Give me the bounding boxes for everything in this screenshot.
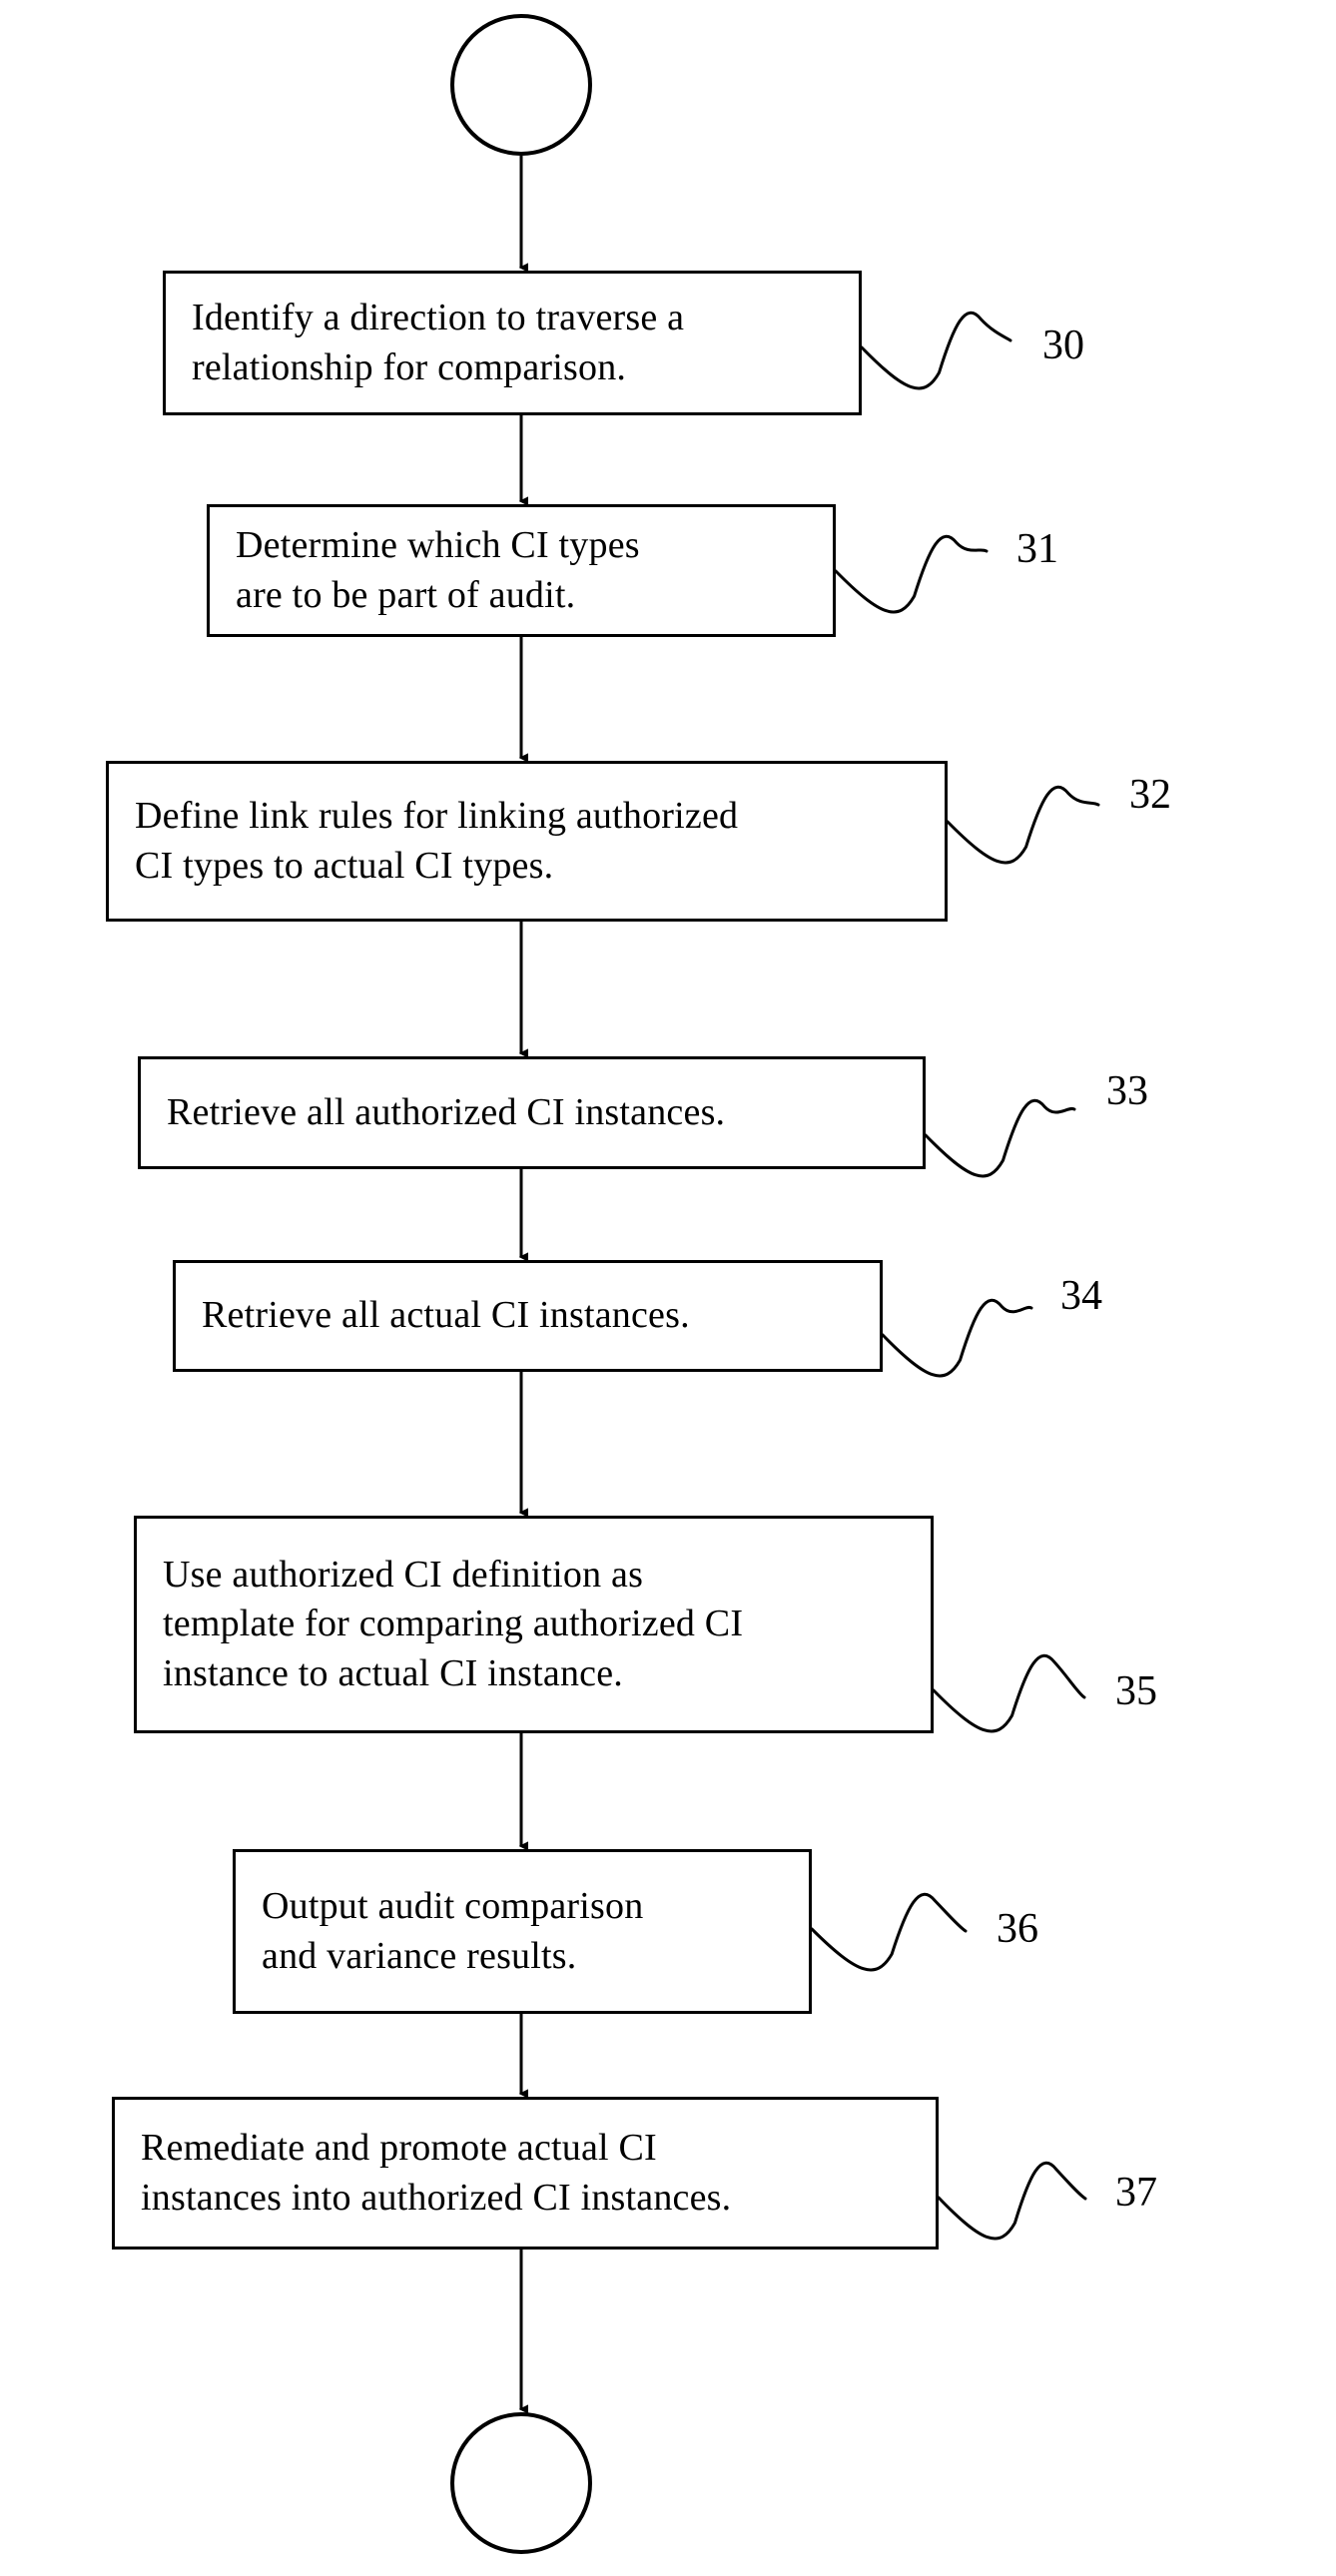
reference-leader-32 — [946, 786, 1100, 865]
figure-canvas: Identify a direction to traverse a relat… — [0, 0, 1336, 2576]
reference-leader-36 — [810, 1893, 968, 1972]
process-step-30: Identify a direction to traverse a relat… — [163, 271, 862, 415]
reference-leader-31 — [834, 535, 989, 614]
reference-numeral-30: 30 — [1042, 322, 1084, 368]
process-step-37: Remediate and promote actual CI instance… — [112, 2097, 939, 2250]
reference-numeral-37: 37 — [1115, 2170, 1157, 2216]
start-circle — [450, 14, 592, 156]
process-step-label: Retrieve all authorized CI instances. — [167, 1090, 726, 1133]
process-step-label: Remediate and promote actual CI instance… — [141, 2127, 732, 2219]
reference-numeral-36: 36 — [997, 1906, 1038, 1952]
reference-numeral-34: 34 — [1060, 1273, 1102, 1319]
process-step-33: Retrieve all authorized CI instances. — [138, 1056, 926, 1169]
reference-numeral-33: 33 — [1106, 1068, 1148, 1114]
end-circle — [450, 2412, 592, 2554]
process-step-label: Retrieve all actual CI instances. — [202, 1294, 690, 1337]
process-step-35: Use authorized CI definition as template… — [134, 1516, 934, 1733]
process-step-36: Output audit comparison and variance res… — [233, 1849, 812, 2014]
process-step-label: Identify a direction to traverse a relat… — [192, 297, 685, 388]
reference-numeral-31: 31 — [1016, 526, 1058, 572]
process-step-31: Determine which CI types are to be part … — [207, 504, 836, 637]
process-step-label: Use authorized CI definition as template… — [163, 1553, 744, 1694]
reference-leader-37 — [937, 2162, 1087, 2241]
reference-leader-33 — [924, 1099, 1076, 1178]
process-step-34: Retrieve all actual CI instances. — [173, 1260, 883, 1372]
reference-leader-35 — [932, 1654, 1086, 1733]
reference-leader-34 — [881, 1299, 1033, 1378]
process-step-label: Output audit comparison and variance res… — [262, 1885, 644, 1977]
process-step-label: Define link rules for linking authorized… — [135, 795, 739, 887]
reference-numeral-35: 35 — [1115, 1668, 1157, 1714]
reference-leader-30 — [860, 312, 1012, 390]
reference-numeral-32: 32 — [1129, 772, 1171, 818]
process-step-32: Define link rules for linking authorized… — [106, 761, 948, 922]
process-step-label: Determine which CI types are to be part … — [236, 524, 640, 616]
